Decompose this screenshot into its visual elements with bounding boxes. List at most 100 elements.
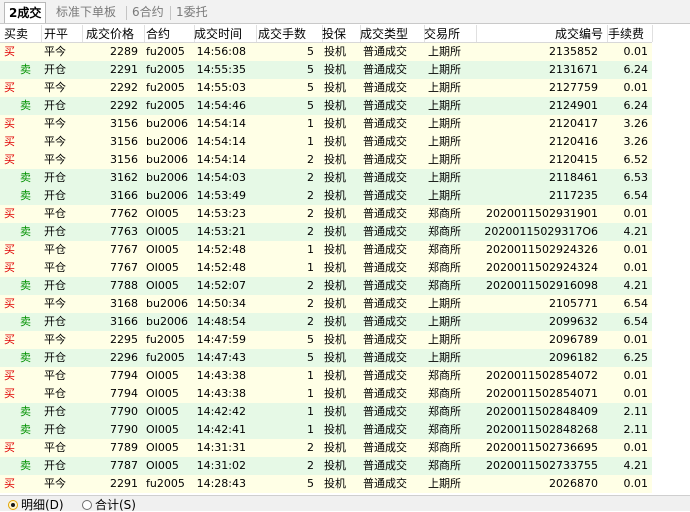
column-header-contract[interactable]: 合约 xyxy=(146,25,195,42)
table-row[interactable]: 卖开仓 7763 OI005 14:53:21 2 投机 普通成交 郑商所 2020011502… xyxy=(0,223,652,241)
volume-cell: 5 xyxy=(307,333,314,346)
column-header-time[interactable]: 成交时间 xyxy=(194,25,257,42)
side-cell: 买 xyxy=(4,369,15,382)
contract-cell: OI005 xyxy=(146,207,179,220)
volume-cell: 1 xyxy=(307,261,314,274)
time-cell: 14:54:46 xyxy=(196,99,246,112)
hedge-cell: 投机 xyxy=(324,477,346,490)
contract-cell: OI005 xyxy=(146,387,179,400)
table-row[interactable]: 卖开仓 3166 bu2006 14:48:54 2 投机 普通成交 上期所 2099632 6.… xyxy=(0,313,652,331)
column-header-price[interactable]: 成交价格 xyxy=(86,25,145,42)
table-row[interactable]: 买 平今 2292 fu2005 14:55:03 5 投机 普通成交 上期所 2127759 0.… xyxy=(0,79,652,97)
trade-type-cell: 普通成交 xyxy=(363,81,407,94)
trade-type-cell: 普通成交 xyxy=(363,45,407,58)
table-row[interactable]: 卖开仓 7790 OI005 14:42:42 1 投机 普通成交 郑商所 2020011502… xyxy=(0,403,652,421)
fee-cell: 6.54 xyxy=(623,297,649,310)
table-row[interactable]: 卖开仓 7788 OI005 14:52:07 2 投机 普通成交 郑商所 2020011502… xyxy=(0,277,652,295)
offset-cell: 开仓 xyxy=(44,423,66,436)
offset-cell: 平今 xyxy=(44,477,66,490)
table-row[interactable]: 买 平仓 7767 OI005 14:52:48 1 投机 普通成交 郑商所 2020011502… xyxy=(0,241,652,259)
table-row[interactable]: 买 平今 3168 bu2006 14:50:34 2 投机 普通成交 上期所 2105771 6.… xyxy=(0,295,652,313)
table-row[interactable]: 买 平仓 7794 OI005 14:43:38 1 投机 普通成交 郑商所 2020011502… xyxy=(0,385,652,403)
trade-type-cell: 普通成交 xyxy=(363,387,407,400)
table-row[interactable]: 卖开仓 3166 bu2006 14:53:49 2 投机 普通成交 上期所 2117235 6.… xyxy=(0,187,652,205)
trade-id-cell: 2020011502931901 xyxy=(486,207,598,220)
column-header-fee[interactable]: 手续费 xyxy=(608,25,653,42)
table-row[interactable]: 卖开仓 2296 fu2005 14:47:43 5 投机 普通成交 上期所 2096182 6.… xyxy=(0,349,652,367)
trade-id-cell: 2020011502924326 xyxy=(486,243,598,256)
table-row[interactable]: 买 平仓 7767 OI005 14:52:48 1 投机 普通成交 郑商所 2020011502… xyxy=(0,259,652,277)
price-cell: 3166 xyxy=(110,189,138,202)
fee-cell: 0.01 xyxy=(623,441,649,454)
side-cell: 买 xyxy=(4,135,15,148)
table-row[interactable]: 买 平仓 7794 OI005 14:43:38 1 投机 普通成交 郑商所 2020011502… xyxy=(0,367,652,385)
table-row[interactable]: 买 平仓 7762 OI005 14:53:23 2 投机 普通成交 郑商所 2020011502… xyxy=(0,205,652,223)
table-row[interactable]: 买 平今 2295 fu2005 14:47:59 5 投机 普通成交 上期所 2096789 0.… xyxy=(0,331,652,349)
table-row[interactable]: 卖开仓 2292 fu2005 14:54:46 5 投机 普通成交 上期所 2124901 6.… xyxy=(0,97,652,115)
table-row[interactable]: 卖开仓 2291 fu2005 14:55:35 5 投机 普通成交 上期所 2131671 6.… xyxy=(0,61,652,79)
exchange-cell: 上期所 xyxy=(428,189,461,202)
table-row[interactable]: 买 平今 2289 fu2005 14:56:08 5 投机 普通成交 上期所 2135852 0.… xyxy=(0,43,652,61)
volume-cell: 2 xyxy=(307,153,314,166)
offset-cell: 平今 xyxy=(44,153,66,166)
tab-contracts[interactable]: 6合约 xyxy=(128,2,168,23)
column-header-side[interactable]: 买卖 xyxy=(4,25,42,42)
offset-cell: 开仓 xyxy=(44,279,66,292)
price-cell: 7788 xyxy=(110,279,138,292)
radio-dot-icon xyxy=(82,500,92,510)
time-cell: 14:52:07 xyxy=(196,279,246,292)
trade-id-cell: 2020011502854071 xyxy=(486,387,598,400)
offset-cell: 平仓 xyxy=(44,261,66,274)
trade-type-cell: 普通成交 xyxy=(363,351,407,364)
contract-cell: OI005 xyxy=(146,369,179,382)
table-row[interactable]: 卖开仓 7790 OI005 14:42:41 1 投机 普通成交 郑商所 2020011502… xyxy=(0,421,652,439)
offset-cell: 开仓 xyxy=(44,405,66,418)
offset-cell: 开仓 xyxy=(44,225,66,238)
tab-orders[interactable]: 1委托 xyxy=(172,2,212,23)
hedge-cell: 投机 xyxy=(324,279,346,292)
time-cell: 14:56:08 xyxy=(196,45,246,58)
table-row[interactable]: 卖开仓 3162 bu2006 14:54:03 2 投机 普通成交 上期所 2118461 6.… xyxy=(0,169,652,187)
hedge-cell: 投机 xyxy=(324,441,346,454)
hedge-cell: 投机 xyxy=(324,45,346,58)
tab-order-board[interactable]: 标准下单板 xyxy=(52,2,120,23)
detail-radio[interactable]: 明细(D) xyxy=(8,498,64,512)
time-cell: 14:55:03 xyxy=(196,81,246,94)
volume-cell: 2 xyxy=(307,189,314,202)
trade-id-cell: 2096182 xyxy=(549,351,598,364)
column-header-trade-id[interactable]: 成交编号 xyxy=(476,25,608,42)
table-row[interactable]: 卖开仓 7787 OI005 14:31:02 2 投机 普通成交 郑商所 2020011502… xyxy=(0,457,652,475)
offset-cell: 平今 xyxy=(44,117,66,130)
hedge-cell: 投机 xyxy=(324,225,346,238)
table-row[interactable]: 买 平今 3156 bu2006 14:54:14 1 投机 普通成交 上期所 2120416 3.… xyxy=(0,133,652,151)
column-header-offset[interactable]: 开平 xyxy=(44,25,83,42)
side-cell: 买 xyxy=(4,261,15,274)
fee-cell: 4.21 xyxy=(623,225,649,238)
table-row[interactable]: 买 平今 2291 fu2005 14:28:43 5 投机 普通成交 上期所 2026870 0.… xyxy=(0,475,652,493)
trade-type-cell: 普通成交 xyxy=(363,117,407,130)
table-row[interactable]: 买 平今 3156 bu2006 14:54:14 2 投机 普通成交 上期所 2120415 6.… xyxy=(0,151,652,169)
tab-trades[interactable]: 2成交 xyxy=(4,2,47,23)
exchange-cell: 上期所 xyxy=(428,171,461,184)
exchange-cell: 郑商所 xyxy=(428,369,461,382)
exchange-cell: 上期所 xyxy=(428,297,461,310)
offset-cell: 平仓 xyxy=(44,243,66,256)
contract-cell: OI005 xyxy=(146,243,179,256)
trade-id-cell: 2124901 xyxy=(549,99,598,112)
trade-id-cell: 2105771 xyxy=(549,297,598,310)
trade-type-cell: 普通成交 xyxy=(363,405,407,418)
hedge-cell: 投机 xyxy=(324,261,346,274)
summary-radio[interactable]: 合计(S) xyxy=(82,498,136,512)
table-header: 买卖 开平 成交价格 合约 成交时间 成交手数 投保 成交类型 交易所 成交编号 手续费 xyxy=(0,25,653,43)
trade-id-cell: 2120416 xyxy=(549,135,598,148)
trade-type-cell: 普通成交 xyxy=(363,243,407,256)
table-row[interactable]: 买 平仓 7789 OI005 14:31:31 2 投机 普通成交 郑商所 2020011502… xyxy=(0,439,652,457)
column-header-exchange[interactable]: 交易所 xyxy=(424,25,477,42)
column-header-hedge[interactable]: 投保 xyxy=(322,25,361,42)
column-header-trade-type[interactable]: 成交类型 xyxy=(360,25,425,42)
view-mode-bar: 明细(D) 合计(S) xyxy=(0,495,690,512)
table-row[interactable]: 买 平今 3156 bu2006 14:54:14 1 投机 普通成交 上期所 2120417 3.… xyxy=(0,115,652,133)
contract-cell: bu2006 xyxy=(146,153,188,166)
contract-cell: OI005 xyxy=(146,279,179,292)
column-header-volume[interactable]: 成交手数 xyxy=(258,25,323,42)
